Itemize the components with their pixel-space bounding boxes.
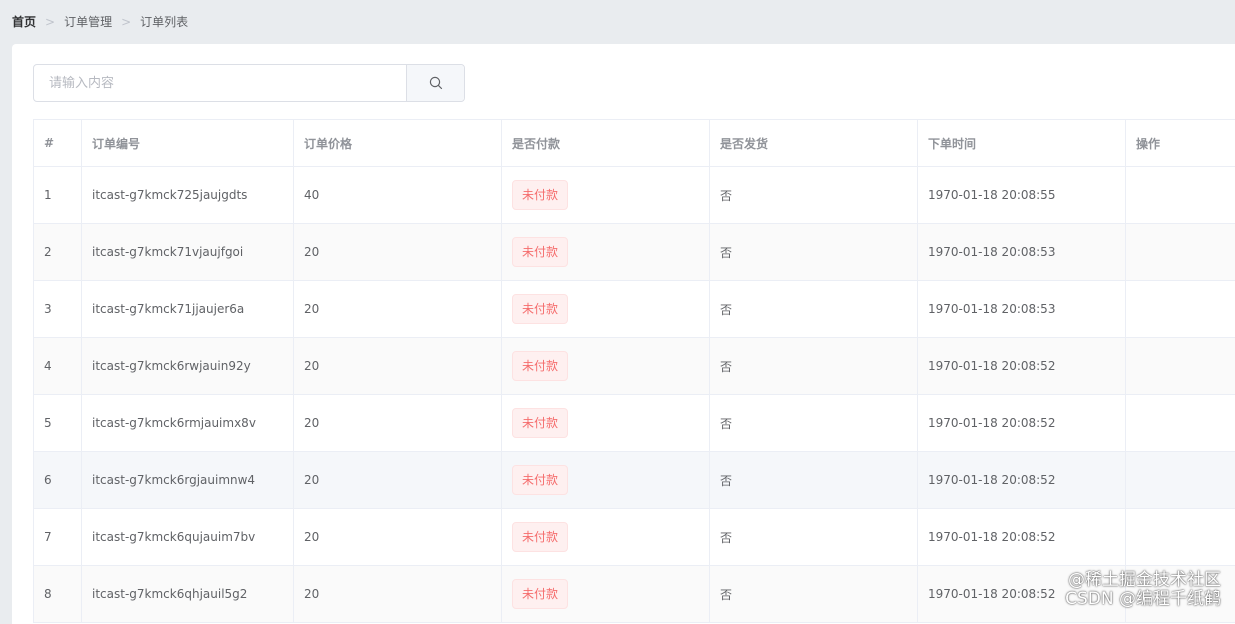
breadcrumb-order-list: 订单列表	[140, 13, 188, 30]
unpaid-tag: 未付款	[512, 408, 568, 438]
cell-index: 2	[34, 224, 82, 281]
breadcrumb: 首页 > 订单管理 > 订单列表	[12, 0, 188, 43]
cell-time: 1970-01-18 20:08:55	[918, 167, 1126, 224]
cell-actions	[1126, 338, 1235, 395]
cell-order-no: itcast-g7kmck6rwjauin92y	[82, 338, 294, 395]
cell-actions	[1126, 281, 1235, 338]
cell-time: 1970-01-18 20:08:53	[918, 281, 1126, 338]
cell-time: 1970-01-18 20:08:52	[918, 452, 1126, 509]
cell-index: 1	[34, 167, 82, 224]
column-header-index: #	[34, 120, 82, 167]
search-group	[33, 64, 465, 102]
cell-paid: 未付款	[502, 224, 710, 281]
cell-order-no: itcast-g7kmck6rmjauimx8v	[82, 395, 294, 452]
cell-paid: 未付款	[502, 338, 710, 395]
chevron-right-icon: >	[121, 15, 131, 29]
search-button[interactable]	[406, 65, 464, 101]
watermark-line-1: @稀土掘金技术社区	[1065, 571, 1221, 590]
cell-paid: 未付款	[502, 167, 710, 224]
order-table: # 订单编号 订单价格 是否付款 是否发货 下单时间 操作 1 itcast-g…	[33, 119, 1235, 623]
cell-order-no: itcast-g7kmck725jaujgdts	[82, 167, 294, 224]
cell-paid: 未付款	[502, 452, 710, 509]
cell-time: 1970-01-18 20:08:53	[918, 224, 1126, 281]
table-row[interactable]: 3 itcast-g7kmck71jjaujer6a 20 未付款 否 1970…	[34, 281, 1235, 338]
cell-actions	[1126, 167, 1235, 224]
cell-order-no: itcast-g7kmck71vjaujfgoi	[82, 224, 294, 281]
search-input[interactable]	[34, 65, 406, 101]
cell-order-no: itcast-g7kmck6qujauim7bv	[82, 509, 294, 566]
order-list-card: # 订单编号 订单价格 是否付款 是否发货 下单时间 操作 1 itcast-g…	[12, 44, 1235, 624]
unpaid-tag: 未付款	[512, 465, 568, 495]
table-row[interactable]: 1 itcast-g7kmck725jaujgdts 40 未付款 否 1970…	[34, 167, 1235, 224]
cell-actions	[1126, 509, 1235, 566]
search-icon	[429, 76, 443, 90]
column-header-order-no: 订单编号	[82, 120, 294, 167]
unpaid-tag: 未付款	[512, 237, 568, 267]
cell-order-no: itcast-g7kmck6rgjauimnw4	[82, 452, 294, 509]
unpaid-tag: 未付款	[512, 294, 568, 324]
table-row[interactable]: 2 itcast-g7kmck71vjaujfgoi 20 未付款 否 1970…	[34, 224, 1235, 281]
unpaid-tag: 未付款	[512, 522, 568, 552]
unpaid-tag: 未付款	[512, 579, 568, 609]
cell-price: 20	[294, 224, 502, 281]
cell-paid: 未付款	[502, 281, 710, 338]
table-row[interactable]: 8 itcast-g7kmck6qhjauil5g2 20 未付款 否 1970…	[34, 566, 1235, 623]
column-header-shipped: 是否发货	[710, 120, 918, 167]
cell-index: 7	[34, 509, 82, 566]
cell-shipped: 否	[710, 509, 918, 566]
column-header-time: 下单时间	[918, 120, 1126, 167]
cell-index: 8	[34, 566, 82, 623]
cell-time: 1970-01-18 20:08:52	[918, 509, 1126, 566]
column-header-paid: 是否付款	[502, 120, 710, 167]
cell-shipped: 否	[710, 281, 918, 338]
chevron-right-icon: >	[45, 15, 55, 29]
table-header-row: # 订单编号 订单价格 是否付款 是否发货 下单时间 操作	[34, 120, 1235, 167]
cell-price: 20	[294, 509, 502, 566]
cell-order-no: itcast-g7kmck6qhjauil5g2	[82, 566, 294, 623]
cell-shipped: 否	[710, 224, 918, 281]
cell-actions	[1126, 224, 1235, 281]
cell-price: 20	[294, 566, 502, 623]
cell-paid: 未付款	[502, 395, 710, 452]
breadcrumb-order-management: 订单管理	[64, 13, 112, 30]
cell-actions	[1126, 395, 1235, 452]
cell-shipped: 否	[710, 395, 918, 452]
cell-actions	[1126, 452, 1235, 509]
watermark-line-2: CSDN @编程千纸鹤	[1065, 590, 1221, 609]
cell-order-no: itcast-g7kmck71jjaujer6a	[82, 281, 294, 338]
cell-price: 40	[294, 167, 502, 224]
cell-price: 20	[294, 281, 502, 338]
cell-shipped: 否	[710, 167, 918, 224]
unpaid-tag: 未付款	[512, 180, 568, 210]
cell-index: 6	[34, 452, 82, 509]
column-header-actions: 操作	[1126, 120, 1235, 167]
cell-index: 5	[34, 395, 82, 452]
unpaid-tag: 未付款	[512, 351, 568, 381]
table-row[interactable]: 4 itcast-g7kmck6rwjauin92y 20 未付款 否 1970…	[34, 338, 1235, 395]
cell-price: 20	[294, 338, 502, 395]
cell-index: 4	[34, 338, 82, 395]
cell-time: 1970-01-18 20:08:52	[918, 395, 1126, 452]
cell-shipped: 否	[710, 338, 918, 395]
cell-price: 20	[294, 395, 502, 452]
column-header-price: 订单价格	[294, 120, 502, 167]
cell-shipped: 否	[710, 452, 918, 509]
cell-paid: 未付款	[502, 566, 710, 623]
watermark: @稀土掘金技术社区 CSDN @编程千纸鹤	[1065, 571, 1221, 609]
cell-time: 1970-01-18 20:08:52	[918, 338, 1126, 395]
cell-paid: 未付款	[502, 509, 710, 566]
cell-index: 3	[34, 281, 82, 338]
breadcrumb-home[interactable]: 首页	[12, 13, 36, 30]
cell-price: 20	[294, 452, 502, 509]
table-row[interactable]: 7 itcast-g7kmck6qujauim7bv 20 未付款 否 1970…	[34, 509, 1235, 566]
table-row[interactable]: 6 itcast-g7kmck6rgjauimnw4 20 未付款 否 1970…	[34, 452, 1235, 509]
cell-shipped: 否	[710, 566, 918, 623]
table-row[interactable]: 5 itcast-g7kmck6rmjauimx8v 20 未付款 否 1970…	[34, 395, 1235, 452]
